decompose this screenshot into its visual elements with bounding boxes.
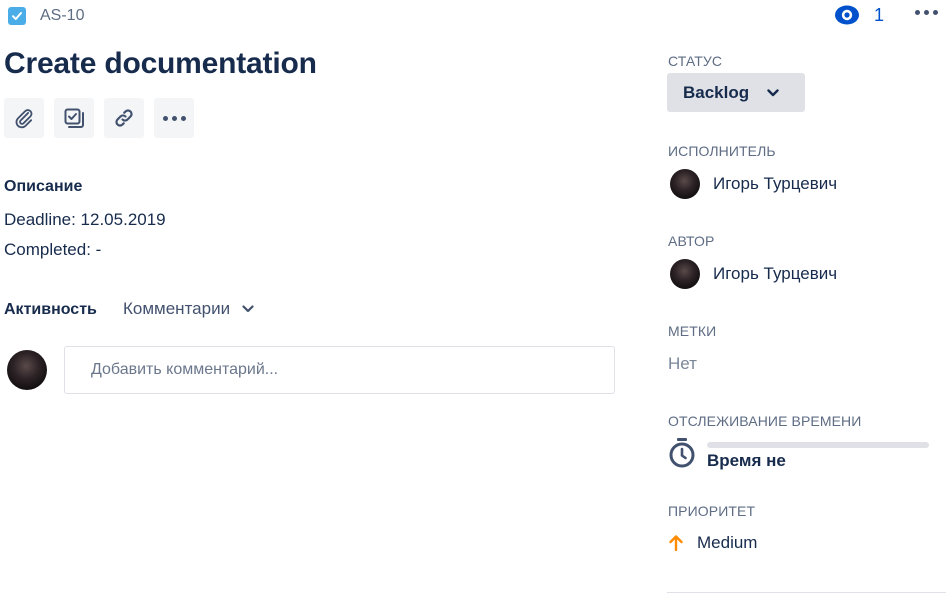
activity-heading: Активность (4, 301, 97, 318)
watchers-count: 1 (874, 4, 885, 25)
activity-filter-dropdown[interactable]: Комментарии (123, 299, 254, 319)
reporter-label: АВТОР (668, 233, 715, 249)
subtask-icon (64, 108, 84, 128)
priority-label: ПРИОРИТЕТ (668, 503, 756, 519)
more-toolbar-button[interactable] (154, 98, 194, 138)
status-value: Backlog (683, 82, 750, 102)
add-subtask-button[interactable] (54, 98, 94, 138)
current-user-avatar (7, 350, 47, 390)
sidebar-divider (667, 592, 946, 593)
stopwatch-icon (668, 437, 696, 474)
assignee-field[interactable]: Игорь Турцевич (670, 169, 837, 199)
time-tracking-bar[interactable] (707, 442, 929, 448)
watch-button[interactable]: 1 (834, 4, 884, 26)
time-tracking-text: Время не (707, 451, 786, 470)
attach-button[interactable] (4, 98, 44, 138)
chevron-down-icon (242, 305, 254, 313)
status-label: СТАТУС (668, 53, 723, 69)
reporter-name: Игорь Турцевич (713, 264, 838, 283)
time-tracking-label: ОТСЛЕЖИВАНИЕ ВРЕМЕНИ (668, 413, 862, 429)
priority-field[interactable]: Medium (668, 533, 757, 553)
assignee-name: Игорь Турцевич (713, 174, 838, 193)
description-line[interactable]: Completed: - (4, 240, 101, 260)
link-icon (115, 109, 133, 127)
issue-title[interactable]: Create documentation (4, 47, 317, 81)
priority-value: Medium (697, 533, 758, 552)
task-type-icon[interactable] (8, 7, 26, 25)
ellipsis-icon (915, 10, 920, 15)
labels-label: МЕТКИ (668, 323, 717, 339)
link-issue-button[interactable] (104, 98, 144, 138)
comment-input[interactable] (64, 346, 615, 394)
description-line[interactable]: Deadline: 12.05.2019 (4, 210, 166, 230)
eye-icon (835, 5, 859, 25)
issue-key-link[interactable]: AS-10 (40, 7, 84, 25)
chevron-down-icon (767, 88, 779, 96)
reporter-field[interactable]: Игорь Турцевич (670, 259, 837, 289)
assignee-label: ИСПОЛНИТЕЛЬ (668, 143, 776, 159)
labels-field[interactable]: Нет (668, 354, 697, 374)
avatar (670, 259, 700, 289)
paperclip-icon (15, 109, 33, 129)
issue-toolbar (4, 98, 194, 138)
arrow-up-icon (669, 535, 683, 552)
ellipsis-icon (162, 115, 186, 121)
status-dropdown-button[interactable]: Backlog (667, 73, 805, 112)
avatar (670, 169, 700, 199)
description-heading: Описание (4, 178, 83, 195)
more-actions-button[interactable] (913, 6, 940, 19)
activity-filter-value: Комментарии (123, 299, 231, 318)
